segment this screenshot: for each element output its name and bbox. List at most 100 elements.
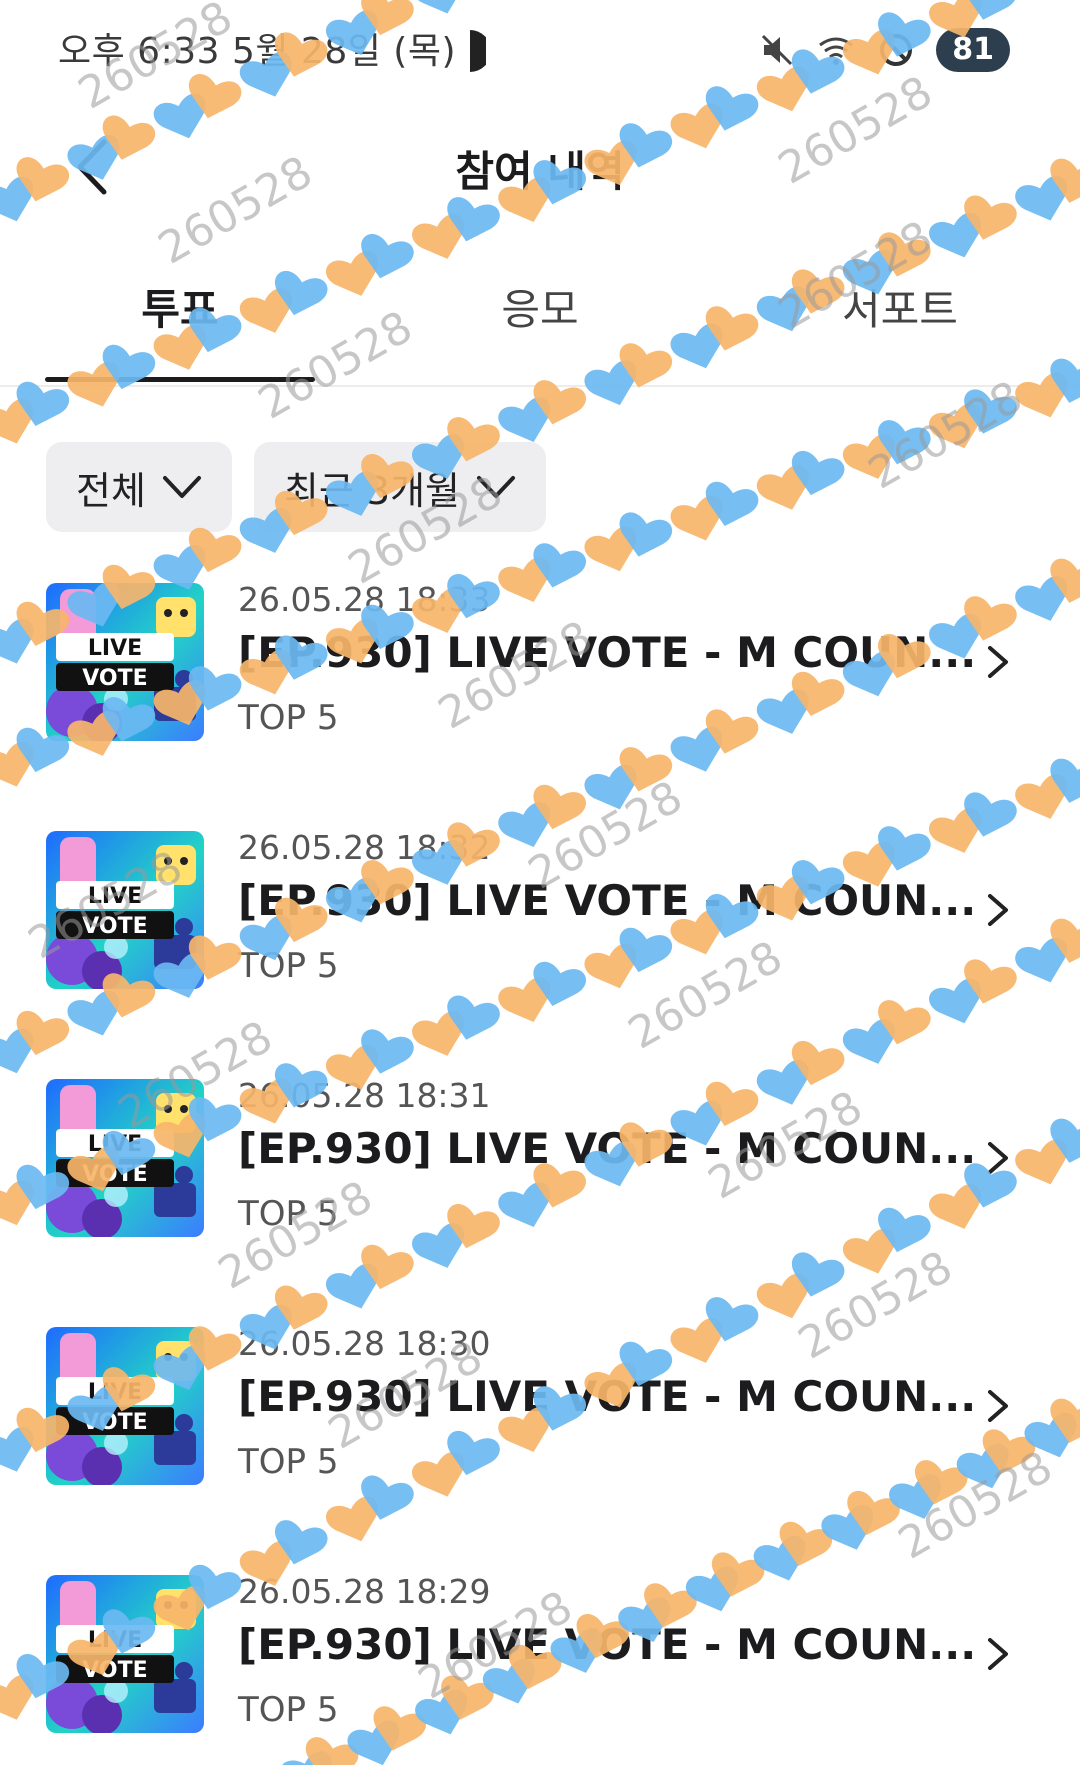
chevron-right-icon (988, 646, 1008, 678)
vote-thumbnail: LIVE VOTE (46, 1327, 204, 1485)
list-item[interactable]: LIVE VOTE 26.05.28 18:29 [EP.930] LIVE V… (0, 1572, 1080, 1733)
header: 참여 내역 (0, 110, 1080, 220)
heart-decoration (878, 1000, 931, 1045)
period-filter[interactable]: 최근 3개월 (253, 442, 547, 532)
item-subtitle: TOP 5 (238, 946, 339, 986)
status-icons: 81 (760, 26, 1010, 74)
heart-decoration (16, 1011, 70, 1056)
heart-decoration (779, 1521, 833, 1566)
tab-bar: 투표 응모 서포트 (0, 260, 1080, 387)
heart-decoration (878, 420, 931, 465)
filter-bar: 전체 최근 3개월 (46, 442, 547, 532)
item-title: [EP.930] LIVE VOTE - M COUN... (238, 1372, 977, 1421)
item-subtitle: TOP 5 (238, 1194, 339, 1234)
svg-text:LIVE: LIVE (88, 1380, 142, 1405)
item-date: 26.05.28 18:30 (238, 1324, 491, 1363)
heart-decoration (670, 495, 723, 541)
heart-decoration (847, 1491, 900, 1536)
heart-decoration (1050, 758, 1080, 803)
heart-decoration (964, 389, 1017, 434)
chevron-right-icon (988, 1638, 1008, 1670)
heart-decoration (1015, 774, 1067, 819)
heart-decoration (842, 1019, 895, 1064)
item-date: 26.05.28 18:31 (238, 1076, 491, 1115)
heart-decoration (188, 527, 242, 573)
heart-decoration (16, 381, 70, 426)
chevron-right-icon (988, 894, 1008, 926)
tab-vote[interactable]: 투표 (45, 260, 315, 380)
item-subtitle: TOP 5 (238, 698, 339, 738)
category-filter[interactable]: 전체 (46, 442, 232, 532)
item-title: [EP.930] LIVE VOTE - M COUN... (238, 628, 977, 677)
heart-decoration (842, 434, 895, 479)
item-title: [EP.930] LIVE VOTE - M COUN... (238, 1620, 977, 1669)
status-time: 오후 6:33 5월 28일 (목) (58, 31, 457, 72)
item-date: 26.05.28 18:33 (238, 580, 491, 619)
svg-text:LIVE: LIVE (88, 1628, 142, 1653)
svg-text:VOTE: VOTE (82, 914, 147, 939)
page-title: 참여 내역 (455, 147, 625, 196)
item-title: [EP.930] LIVE VOTE - M COUN... (238, 876, 977, 925)
svg-text:LIVE: LIVE (88, 636, 142, 661)
heart-decoration (275, 1520, 328, 1565)
heart-decoration (447, 995, 500, 1040)
heart-decoration (791, 451, 845, 496)
item-date: 26.05.28 18:32 (238, 828, 491, 867)
heart-decoration (412, 1011, 464, 1056)
mute-icon (762, 34, 793, 66)
list-item[interactable]: LIVE VOTE 26.05.28 18:30 [EP.930] LIVE V… (0, 1324, 1080, 1485)
heart-decoration (619, 747, 673, 792)
svg-text:VOTE: VOTE (82, 666, 147, 691)
vote-thumbnail: LIVE VOTE (46, 1575, 204, 1733)
item-subtitle: TOP 5 (238, 1690, 339, 1730)
heart-decoration (756, 465, 809, 510)
list-item[interactable]: LIVE VOTE 26.05.28 18:31 [EP.930] LIVE V… (0, 1076, 1080, 1237)
item-date: 26.05.28 18:29 (238, 1572, 491, 1611)
svg-text:LIVE: LIVE (88, 1132, 142, 1157)
period-filter-label: 최근 3개월 (283, 468, 461, 513)
heart-decoration (705, 481, 759, 526)
heart-decoration (0, 1028, 34, 1074)
heart-decoration (325, 1496, 378, 1542)
chevron-right-icon (988, 1142, 1008, 1174)
item-title: [EP.930] LIVE VOTE - M COUN... (238, 1124, 977, 1173)
watermark-text: 260528 (860, 371, 1031, 499)
heart-decoration (584, 526, 637, 572)
heart-decoration (821, 1505, 874, 1550)
list-item[interactable]: LIVE VOTE 26.05.28 18:32 [EP.930] LIVE V… (0, 828, 1080, 989)
chevron-down-icon (477, 476, 516, 498)
heart-decoration (929, 403, 981, 449)
heart-decoration (305, 1737, 359, 1765)
heart-decoration (584, 764, 637, 810)
svg-text:VOTE: VOTE (82, 1162, 147, 1187)
vote-thumbnail: LIVE VOTE (46, 831, 204, 989)
heart-decoration (361, 1029, 414, 1074)
tab-support[interactable]: 서포트 (765, 260, 1035, 380)
category-filter-label: 전체 (76, 468, 146, 513)
heart-decoration (619, 512, 673, 557)
tab-entry[interactable]: 응모 (405, 260, 675, 380)
heart-decoration (67, 990, 120, 1036)
wifi-icon (819, 37, 854, 65)
do-not-disturb-icon (880, 34, 913, 66)
heart-decoration (756, 1273, 809, 1319)
battery-level: 81 (936, 28, 1010, 72)
heart-decoration (0, 398, 34, 444)
moon-icon (452, 30, 486, 72)
heart-decoration (361, 1244, 414, 1290)
heart-decoration (325, 1263, 378, 1309)
chevron-right-icon (988, 1390, 1008, 1422)
vote-thumbnail: LIVE VOTE (46, 1079, 204, 1237)
heart-decoration (791, 1252, 845, 1297)
svg-text:VOTE: VOTE (82, 1658, 147, 1683)
status-bar: 오후 6:33 5월 28일 (목) 81 (0, 0, 1080, 100)
svg-text:VOTE: VOTE (82, 1410, 147, 1435)
heart-decoration (279, 1751, 332, 1765)
chevron-down-icon (162, 476, 201, 498)
item-subtitle: TOP 5 (238, 1442, 339, 1482)
vote-thumbnail: LIVE VOTE (46, 583, 204, 741)
list-item[interactable]: LIVE VOTE 26.05.28 18:33 [EP.930] LIVE V… (0, 580, 1080, 741)
active-tab-indicator (45, 377, 315, 382)
svg-text:LIVE: LIVE (88, 884, 142, 909)
heart-decoration (0, 742, 34, 787)
